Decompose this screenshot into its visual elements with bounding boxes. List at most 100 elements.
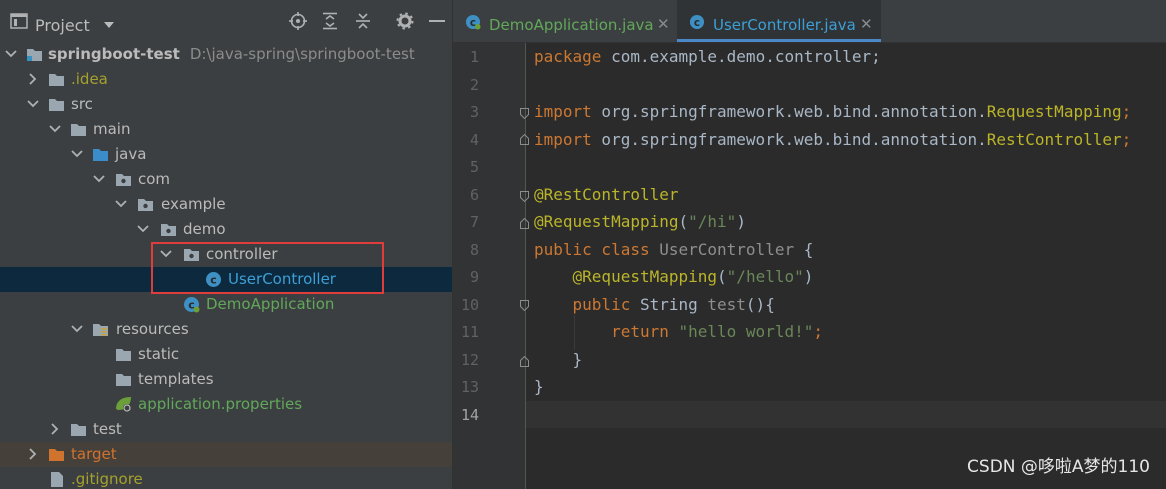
tree-item-demo[interactable]: demo	[0, 217, 453, 242]
tree-item-application-properties[interactable]: application.properties	[0, 392, 453, 417]
tree-item-controller[interactable]: controller	[0, 242, 453, 267]
source-folder-icon	[93, 149, 108, 161]
chevron-down-icon[interactable]	[70, 147, 84, 161]
line-number: 14	[460, 406, 479, 424]
spring-class-icon: c	[184, 297, 200, 313]
java-class-icon: c	[689, 14, 705, 30]
tab-label: UserController.java	[713, 16, 856, 34]
code-line-3[interactable]: import org.springframework.web.bind.anno…	[534, 102, 1131, 121]
chevron-down-icon[interactable]	[70, 322, 84, 336]
close-icon[interactable]: ✕	[860, 15, 873, 33]
chevron-down-icon[interactable]	[136, 222, 150, 236]
line-number: 5	[469, 158, 479, 176]
code-line-4[interactable]: import org.springframework.web.bind.anno…	[534, 130, 1131, 149]
folder-icon	[116, 374, 131, 386]
file-icon	[51, 472, 63, 487]
minimize-icon[interactable]	[428, 12, 446, 30]
chevron-down-icon[interactable]	[48, 122, 62, 136]
fold-end-icon[interactable]	[520, 134, 529, 145]
chevron-right-icon[interactable]	[48, 422, 62, 436]
tree-item-springboot-test[interactable]: springboot-test D:\java-spring\springboot…	[0, 42, 453, 67]
code-line-8[interactable]: public class UserController {	[534, 240, 813, 259]
folder-icon	[116, 349, 131, 361]
folder-icon	[71, 424, 86, 436]
chevron-down-icon[interactable]	[92, 172, 106, 186]
tree-label-springboot-test: springboot-test	[48, 45, 180, 63]
code-line-10[interactable]: public String test(){	[534, 295, 775, 314]
tab-label: DemoApplication.java	[489, 16, 654, 34]
tree-item-main[interactable]: main	[0, 117, 453, 142]
watermark: CSDN @哆啦A梦的110	[967, 457, 1150, 477]
package-icon	[161, 224, 176, 236]
tree-item-demoapplication[interactable]: c DemoApplication	[0, 292, 453, 317]
fold-end-icon[interactable]	[520, 356, 529, 367]
project-title[interactable]: Project	[35, 16, 90, 35]
fold-icon[interactable]	[520, 300, 529, 311]
package-icon	[116, 174, 131, 186]
tree-item-com[interactable]: com	[0, 167, 453, 192]
fold-end-icon[interactable]	[520, 218, 529, 229]
spring-class-icon: c	[465, 14, 481, 30]
tree-item-src[interactable]: src	[0, 92, 453, 117]
tree-item-templates[interactable]: templates	[0, 367, 453, 392]
fold-icon[interactable]	[520, 191, 529, 202]
line-number: 4	[469, 131, 479, 149]
chevron-down-icon[interactable]	[104, 22, 114, 28]
code-line-13[interactable]: }	[534, 377, 544, 396]
line-number: 8	[469, 241, 479, 259]
expand-all-icon[interactable]	[321, 12, 339, 30]
line-number: 1	[469, 48, 479, 66]
tree-label-application-properties: application.properties	[138, 395, 303, 413]
code-line-12[interactable]: }	[534, 350, 583, 369]
line-number: 9	[469, 268, 479, 286]
tree-label-resources: resources	[116, 320, 189, 338]
folder-icon	[49, 99, 64, 111]
tab-usercontroller[interactable]: c UserController.java ✕	[677, 0, 881, 42]
locate-icon[interactable]	[289, 12, 307, 30]
tree-label-main: main	[93, 120, 131, 138]
chevron-right-icon[interactable]	[26, 447, 40, 461]
close-icon[interactable]: ✕	[657, 15, 670, 33]
line-number: 10	[460, 296, 479, 314]
folder-icon	[49, 74, 64, 86]
svg-text:c: c	[210, 274, 217, 287]
chevron-down-icon[interactable]	[114, 197, 128, 211]
line-number: 13	[460, 378, 479, 396]
svg-text:c: c	[694, 17, 700, 29]
tree-label-demoapplication: DemoApplication	[206, 295, 335, 313]
tree-label-java: java	[115, 145, 147, 163]
tree-item-resources[interactable]: resources	[0, 317, 453, 342]
tree-label-idea: .idea	[71, 70, 108, 88]
fold-icon[interactable]	[520, 108, 529, 119]
tree-item-test[interactable]: test	[0, 417, 453, 442]
chevron-down-icon[interactable]	[159, 247, 173, 261]
editor-tab-bar: c DemoApplication.java ✕ c UserControlle…	[453, 0, 1166, 43]
tree-label-demo: demo	[183, 220, 226, 238]
code-line-6[interactable]: @RestController	[534, 185, 679, 204]
collapse-all-icon[interactable]	[354, 12, 372, 30]
code-line-1[interactable]: package com.example.demo.controller;	[534, 47, 881, 66]
code-line-14[interactable]	[534, 405, 1134, 425]
line-number: 7	[469, 213, 479, 231]
tree-label-templates: templates	[138, 370, 214, 388]
tree-item-target[interactable]: target	[0, 442, 453, 467]
tree-item-java[interactable]: java	[0, 142, 453, 167]
code-line-7[interactable]: @RequestMapping("/hi")	[534, 212, 746, 231]
gear-icon[interactable]	[396, 12, 414, 30]
chevron-right-icon[interactable]	[26, 72, 40, 86]
tree-item-idea[interactable]: .idea	[0, 67, 453, 92]
resources-folder-icon	[93, 324, 108, 336]
chevron-down-icon[interactable]	[26, 97, 40, 111]
tree-item-static[interactable]: static	[0, 342, 453, 367]
excluded-folder-icon	[49, 449, 64, 461]
tree-item-usercontroller[interactable]: c UserController	[0, 267, 453, 292]
code-line-11[interactable]: return "hello world!";	[534, 322, 823, 341]
active-tab-indicator	[677, 39, 881, 42]
chevron-down-icon[interactable]	[4, 47, 18, 61]
tab-demoapplication[interactable]: c DemoApplication.java ✕	[453, 0, 675, 42]
tree-item-example[interactable]: example	[0, 192, 453, 217]
tree-label-com: com	[138, 170, 171, 188]
tree-label-static: static	[138, 345, 180, 363]
code-line-9[interactable]: @RequestMapping("/hello")	[534, 267, 814, 286]
tree-item-gitignore[interactable]: .gitignore	[0, 467, 453, 489]
